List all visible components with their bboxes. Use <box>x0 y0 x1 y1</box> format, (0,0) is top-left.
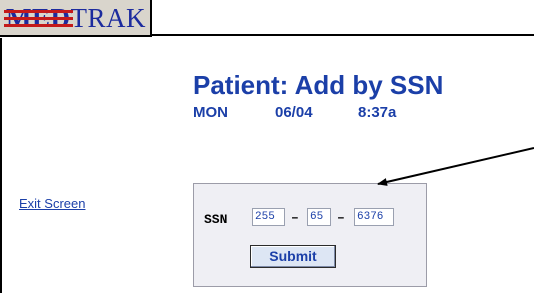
ssn-part1-input[interactable]: 255 <box>252 208 285 226</box>
ssn-label: SSN <box>204 212 228 227</box>
logo-wordmark: MED TRAK <box>4 3 146 33</box>
ssn-part3-input[interactable]: 6376 <box>354 208 394 226</box>
submit-button[interactable]: Submit <box>250 245 336 268</box>
page-title: Patient: Add by SSN <box>193 70 444 100</box>
ssn-separator-2: – <box>337 210 345 225</box>
ssn-part2-input[interactable]: 65 <box>307 208 331 226</box>
time-label: 8:37a <box>358 104 397 121</box>
logo-stripes: MED <box>4 5 73 32</box>
date-label: 06/04 <box>275 104 313 121</box>
header-bar: MED TRAK <box>0 0 534 38</box>
ssn-form-panel: SSN 255 – 65 – 6376 Submit <box>193 183 427 287</box>
logo-suffix: TRAK <box>70 3 146 33</box>
header-divider <box>150 34 534 36</box>
medtrak-logo: MED TRAK <box>0 0 152 37</box>
day-label: MON <box>193 104 228 121</box>
ssn-separator-1: – <box>291 210 299 225</box>
exit-screen-link[interactable]: Exit Screen <box>19 196 85 211</box>
